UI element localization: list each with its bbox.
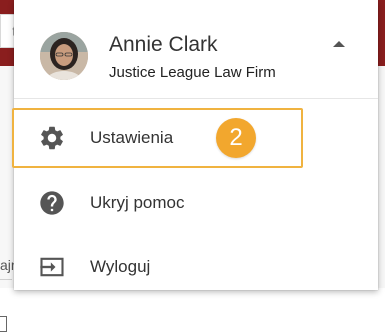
avatar xyxy=(40,32,88,80)
menu-item-label: Ukryj pomoc xyxy=(90,193,185,212)
background-side-mark xyxy=(0,316,7,332)
menu-item-logout[interactable]: Wyloguj xyxy=(14,235,378,295)
tutorial-highlight-box xyxy=(12,108,303,168)
help-circle-icon xyxy=(38,189,66,217)
tutorial-step-badge: 2 xyxy=(216,118,256,158)
user-name: Annie Clark xyxy=(109,33,218,56)
menu-divider xyxy=(14,98,378,99)
caret-up-icon[interactable] xyxy=(333,41,345,47)
logout-icon xyxy=(38,253,66,281)
menu-item-label: Wyloguj xyxy=(90,257,151,276)
user-organization: Justice League Law Firm xyxy=(109,64,276,81)
user-profile-header[interactable]: Annie Clark Justice League Law Firm xyxy=(14,0,378,98)
background-divider xyxy=(0,279,12,280)
menu-item-hide-help[interactable]: Ukryj pomoc xyxy=(14,171,378,231)
